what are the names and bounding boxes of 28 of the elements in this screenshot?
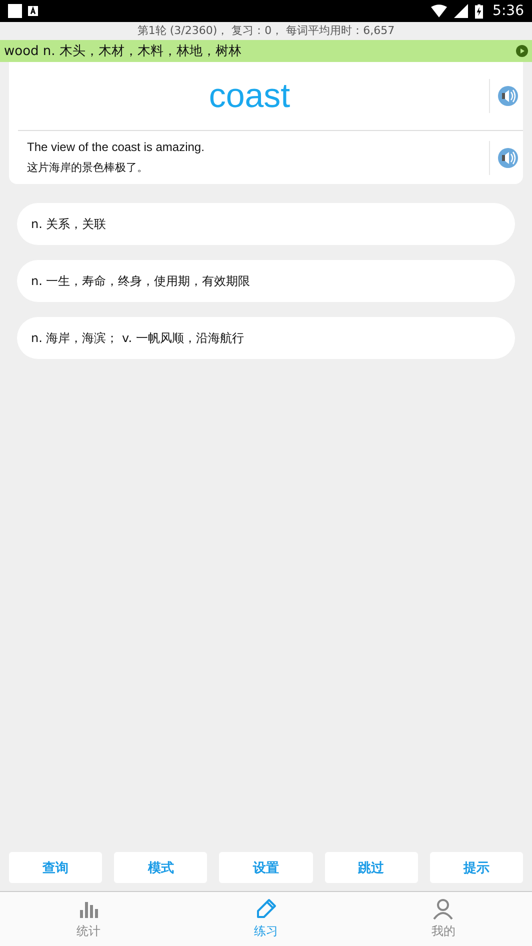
nav-tab[interactable]: 我的 [354,892,532,946]
answer-option[interactable]: n. 关系，关联 [17,203,515,245]
previous-word-bar[interactable]: wood n. 木头，木材，木料，林地，树林 [0,40,532,62]
action-button[interactable]: 提示 [430,852,524,883]
action-button[interactable]: 设置 [219,852,313,883]
notification-icon [28,6,38,16]
action-button[interactable]: 模式 [114,852,208,883]
example-sentence: The view of the coast is amazing. [27,140,206,154]
speaker-icon[interactable] [498,148,518,168]
pencil-icon [254,898,277,920]
progress-text: 第1轮 (3/2360)， 复习：0， 每词平均用时：6,657 [136,23,396,39]
play-icon[interactable] [516,45,528,57]
nav-tab[interactable]: 练习 [177,892,355,946]
notification-icon [8,4,22,18]
signal-icon [452,4,469,18]
battery-icon [474,4,483,18]
action-button[interactable]: 查询 [9,852,102,883]
speaker-icon[interactable] [498,86,518,106]
answer-option[interactable]: n. 一生，寿命，终身，使用期，有效期限 [17,260,515,302]
nav-tab[interactable]: 统计 [0,892,178,946]
example-translation: 这片海岸的景色棒极了。 [27,160,149,175]
answer-option[interactable]: n. 海岸，海滨； v. 一帆风顺，沿海航行 [17,317,515,359]
wifi-icon [430,4,447,18]
word-text: coast [208,76,292,116]
person-icon [432,898,454,920]
previous-word-text: wood n. 木头，木材，木料，林地，树林 [4,43,242,60]
clock-time: 5:36 [492,3,524,19]
action-button[interactable]: 跳过 [324,852,418,883]
